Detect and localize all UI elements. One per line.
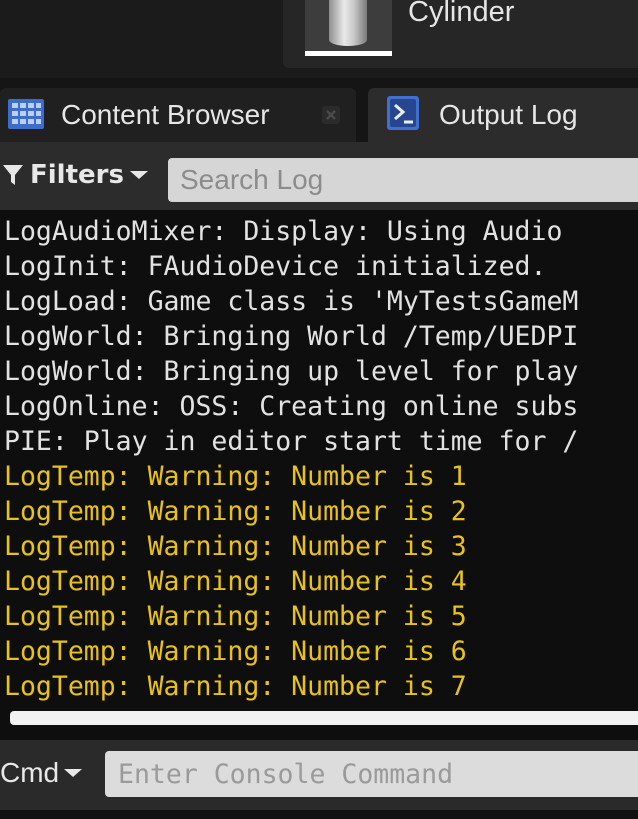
tab-bar: Content Browser Output Log xyxy=(0,88,638,142)
log-line: LogInit: FAudioDevice initialized. xyxy=(4,251,547,282)
console-command-input[interactable] xyxy=(105,751,638,797)
log-line-warning: LogTemp: Warning: Number is 4 xyxy=(4,566,467,597)
log-line-warning: LogTemp: Warning: Number is 5 xyxy=(4,601,467,632)
tab-output-log-label: Output Log xyxy=(439,99,578,130)
filter-icon xyxy=(3,165,23,185)
log-output[interactable]: LogAudioMixer: Display: Using Audio LogIn… xyxy=(0,210,638,740)
log-line: PIE: Play in editor start time for / xyxy=(4,426,579,457)
tab-content-browser-label: Content Browser xyxy=(61,99,270,130)
filters-dropdown[interactable]: Filters xyxy=(0,157,150,193)
cylinder-thumbnail[interactable] xyxy=(305,0,392,56)
asset-type-bar xyxy=(305,51,392,56)
log-line: LogOnline: OSS: Creating online subs xyxy=(4,391,579,422)
cmd-dropdown[interactable]: Cmd xyxy=(0,756,84,790)
chevron-down-icon xyxy=(64,769,83,777)
console-bar: Cmd xyxy=(0,740,638,810)
log-line-warning: LogTemp: Warning: Number is 7 xyxy=(4,671,467,702)
log-lines: LogAudioMixer: Display: Using Audio LogIn… xyxy=(4,214,638,704)
log-line-warning: LogTemp: Warning: Number is 2 xyxy=(4,496,467,527)
log-line-warning: LogTemp: Warning: Number is 1 xyxy=(4,461,467,492)
close-icon[interactable] xyxy=(322,106,340,124)
filters-label: Filters xyxy=(30,160,124,190)
log-line-warning: LogTemp: Warning: Number is 6 xyxy=(4,636,467,667)
cmd-label: Cmd xyxy=(0,757,60,788)
chevron-down-icon xyxy=(129,171,148,179)
cylinder-shape xyxy=(329,0,367,46)
output-log-icon xyxy=(387,96,419,130)
log-line: LogWorld: Bringing World /Temp/UEDPI xyxy=(4,321,579,352)
content-browser-icon xyxy=(8,99,44,129)
horizontal-scrollbar[interactable] xyxy=(10,711,638,725)
search-input[interactable] xyxy=(168,158,638,202)
asset-name: Cylinder xyxy=(408,0,515,28)
log-filter-bar: Filters xyxy=(0,142,638,210)
tab-content-browser[interactable]: Content Browser xyxy=(0,88,356,142)
log-line: LogWorld: Bringing up level for play xyxy=(4,356,579,387)
log-line: LogAudioMixer: Display: Using Audio xyxy=(4,216,563,247)
status-strip xyxy=(0,810,638,819)
asset-panel: Cylinder xyxy=(0,0,638,78)
log-line: LogLoad: Game class is 'MyTestsGameM xyxy=(4,286,579,317)
log-line-warning: LogTemp: Warning: Number is 3 xyxy=(4,531,467,562)
